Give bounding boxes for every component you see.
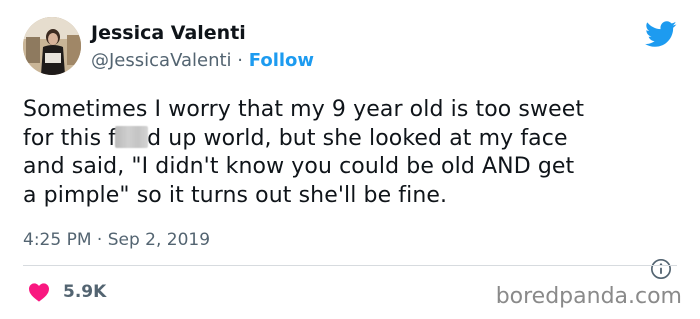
separator-dot: ·	[237, 50, 244, 71]
timestamp-separator: ·	[96, 230, 103, 250]
avatar[interactable]	[23, 17, 81, 75]
avatar-image	[23, 17, 81, 75]
follow-button[interactable]: Follow	[249, 50, 314, 71]
tweet-date: Sep 2, 2019	[107, 230, 211, 250]
divider	[23, 265, 677, 266]
censor-blur	[115, 125, 149, 148]
tweet-text: Sometimes I worry that my 9 year old is …	[23, 96, 683, 210]
tweet-line-2-start: for this f	[23, 125, 117, 151]
like-button[interactable]: 5.9K	[28, 280, 106, 304]
tweet-line-3: and said, "I didn't know you could be ol…	[23, 154, 575, 179]
info-icon[interactable]	[650, 258, 672, 280]
tweet-time: 4:25 PM	[23, 230, 92, 250]
user-handle[interactable]: @JessicaValenti	[91, 50, 232, 71]
timestamp[interactable]: 4:25 PM · Sep 2, 2019	[23, 230, 210, 250]
tweet-line-1: Sometimes I worry that my 9 year old is …	[23, 97, 585, 122]
tweet-card: Jessica Valenti @JessicaValenti · Follow…	[0, 0, 700, 319]
tweet-line-2-end: d up world, but she looked at my face	[147, 125, 568, 151]
display-name[interactable]: Jessica Valenti	[91, 22, 246, 44]
twitter-bird-icon[interactable]	[645, 21, 677, 48]
tweet-line-4: a pimple" so it turns out she'll be fine…	[23, 182, 448, 208]
like-count: 5.9K	[63, 282, 107, 302]
heart-icon	[29, 283, 49, 302]
watermark: boredpanda.com	[495, 284, 682, 309]
handle-row: @JessicaValenti · Follow	[91, 50, 314, 71]
tweet-line-2: for this f d up world, but she looked at …	[23, 125, 683, 154]
